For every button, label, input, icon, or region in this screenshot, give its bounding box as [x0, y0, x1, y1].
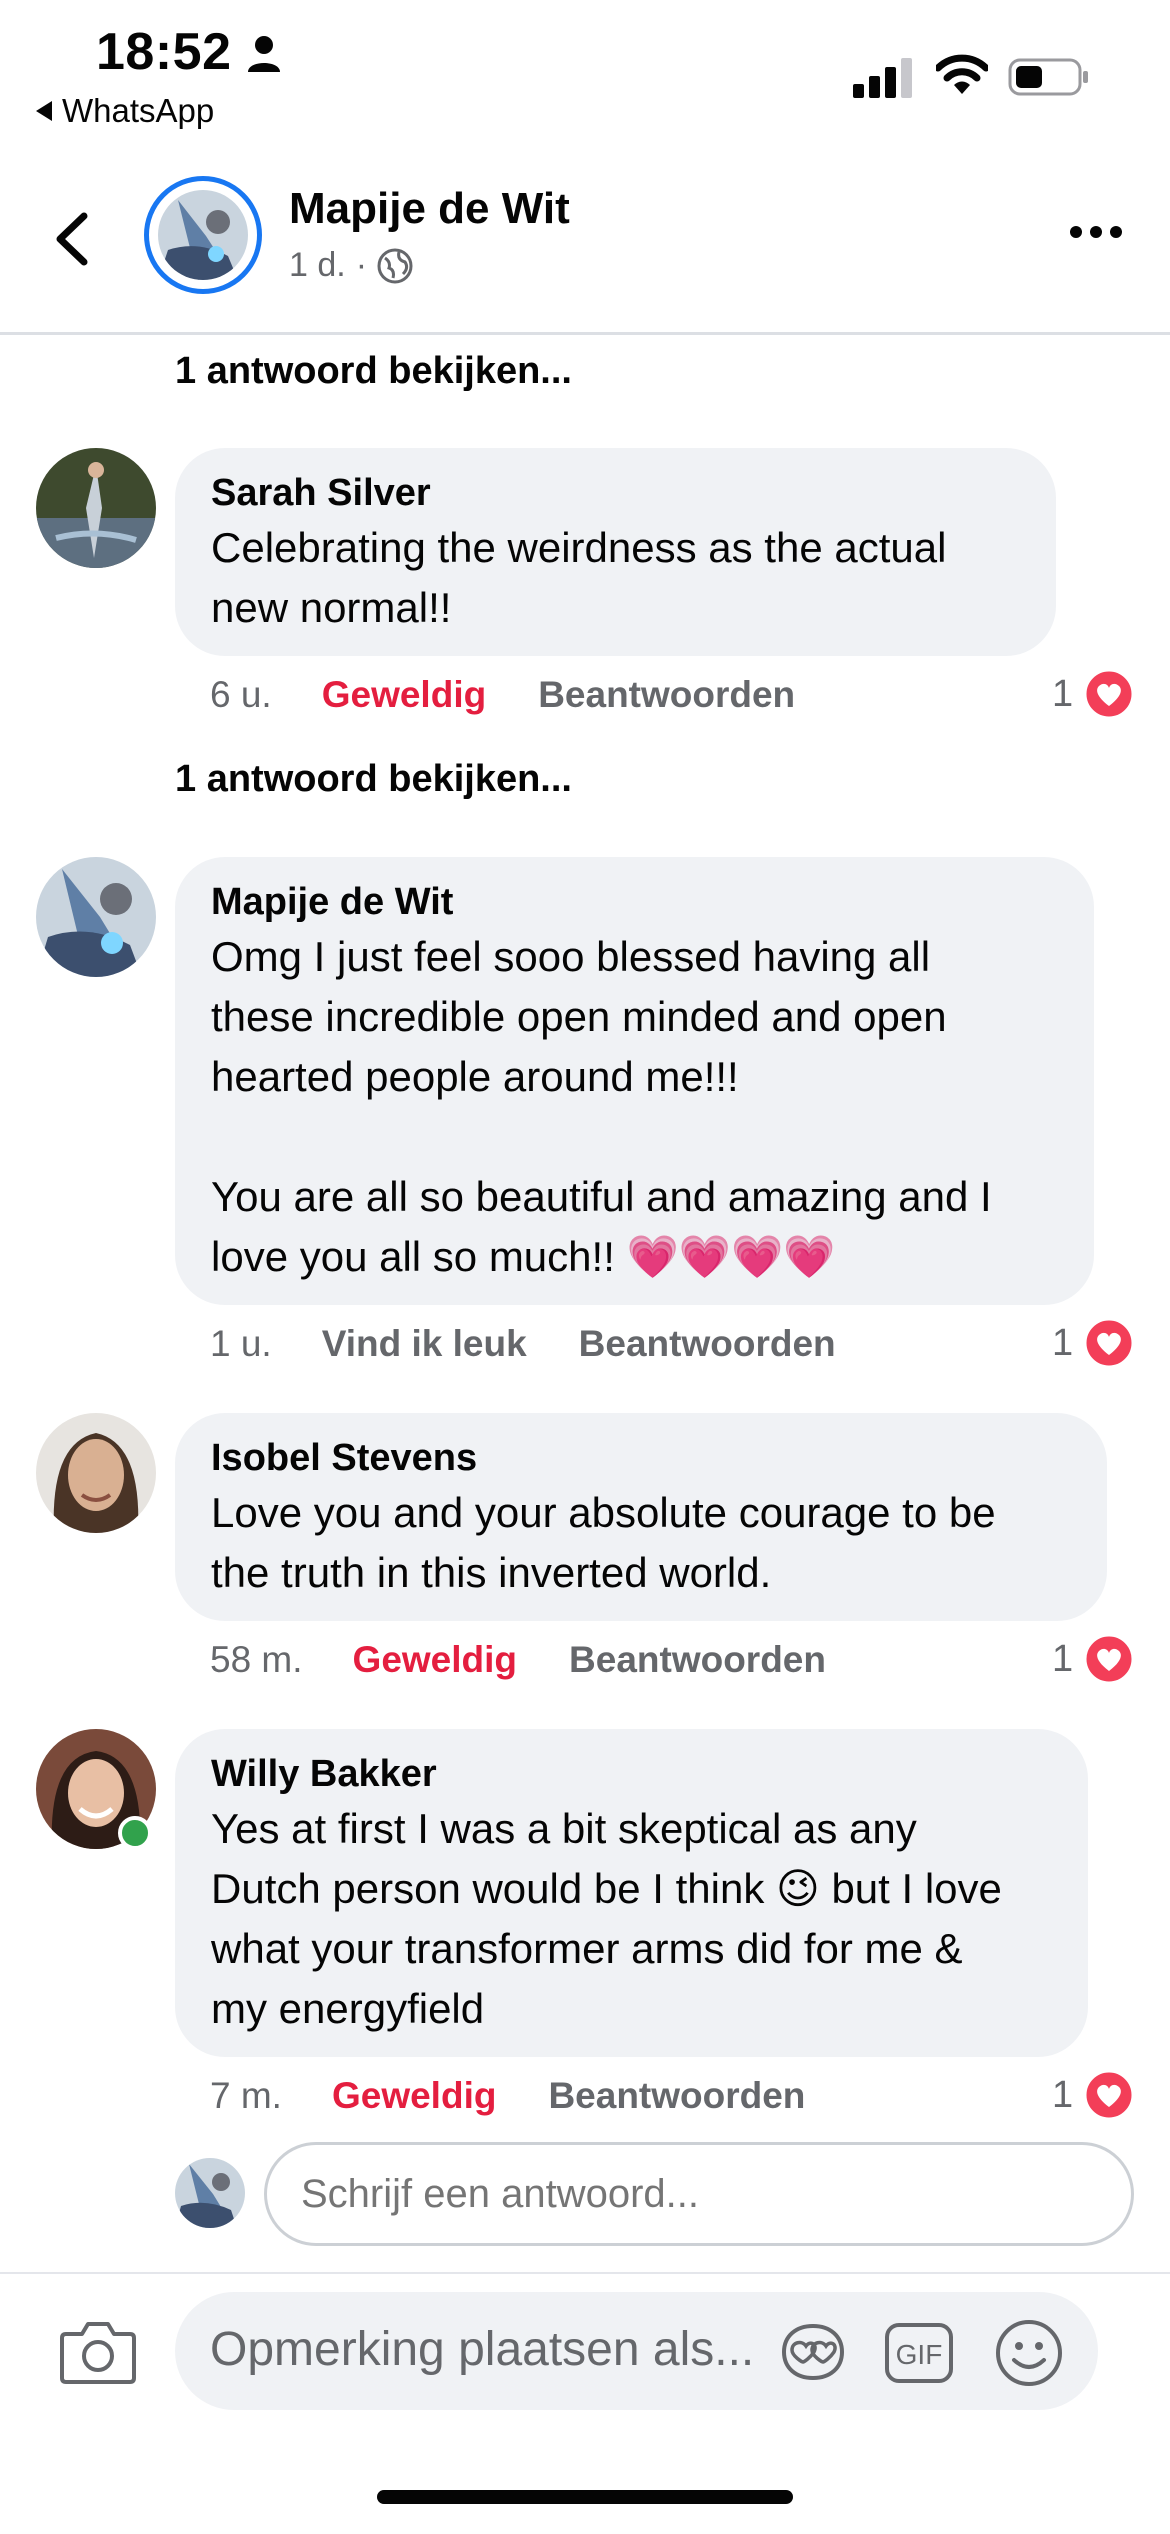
person-icon	[246, 34, 282, 74]
back-to-app-link[interactable]: WhatsApp	[36, 92, 214, 130]
comment-text: Love you and your absolute courage to be…	[211, 1489, 996, 1596]
back-chevron-icon[interactable]	[52, 210, 92, 268]
reaction-count[interactable]: 1	[1052, 2069, 1135, 2121]
avatar	[175, 2158, 245, 2228]
heart-icon	[1083, 2069, 1135, 2121]
post-meta: 1 d. ·	[289, 246, 413, 285]
avatar[interactable]	[36, 1413, 156, 1533]
reply-button[interactable]: Beantwoorden	[569, 1639, 826, 1681]
status-time: 18:52	[96, 23, 232, 81]
comment-actions: 1 u. Vind ik leuk Beantwoorden	[210, 1323, 836, 1365]
comment-actions: 6 u. Geweldig Beantwoorden	[210, 674, 795, 716]
comment-author[interactable]: Sarah Silver	[211, 470, 1020, 516]
post-age: 1 d.	[289, 246, 346, 284]
comment-bubble: Mapije de Wit Omg I just feel sooo bless…	[175, 857, 1094, 1305]
back-triangle-icon	[36, 101, 52, 121]
avatar[interactable]	[36, 857, 156, 977]
comment-text: Omg I just feel sooo blessed having all …	[211, 933, 992, 1280]
reaction-count[interactable]: 1	[1052, 668, 1135, 720]
comment-input-placeholder: Opmerking plaatsen als...	[210, 2323, 755, 2376]
comment-author[interactable]: Mapije de Wit	[211, 879, 1058, 925]
gif-label: GIF	[896, 2339, 943, 2370]
reaction-count-number: 1	[1052, 1637, 1074, 1680]
comment-time: 1 u.	[210, 1323, 272, 1364]
comment-time: 58 m.	[210, 1639, 303, 1680]
reaction-count[interactable]: 1	[1052, 1633, 1135, 1685]
comment-time: 6 u.	[210, 674, 272, 715]
online-status-indicator	[118, 1816, 152, 1850]
signal-icon	[853, 58, 915, 98]
comment-text: Yes at first I was a bit skeptical as an…	[211, 1805, 1002, 2032]
battery-icon	[1008, 56, 1090, 98]
reply-input[interactable]	[264, 2142, 1134, 2246]
sticker-icon[interactable]	[778, 2320, 848, 2384]
page-title[interactable]: Mapije de Wit	[289, 184, 570, 234]
emoji-icon[interactable]	[994, 2318, 1064, 2388]
reaction-count-number: 1	[1052, 2073, 1074, 2116]
reaction-count-number: 1	[1052, 1321, 1074, 1364]
avatar[interactable]	[36, 448, 156, 568]
comment-text: Celebrating the weirdness as the actual …	[211, 524, 959, 631]
heart-icon	[1083, 668, 1135, 720]
comment-actions: 58 m. Geweldig Beantwoorden	[210, 1639, 826, 1681]
back-app-label: WhatsApp	[62, 92, 215, 129]
reaction-button[interactable]: Geweldig	[353, 1639, 517, 1681]
comment-bubble: Sarah Silver Celebrating the weirdness a…	[175, 448, 1056, 656]
gif-icon[interactable]: GIF	[884, 2322, 954, 2384]
comment-bubble: Isobel Stevens Love you and your absolut…	[175, 1413, 1107, 1621]
heart-icon	[1083, 1633, 1135, 1685]
reaction-button[interactable]: Geweldig	[332, 2075, 496, 2117]
comment-time: 7 m.	[210, 2075, 282, 2116]
reply-button[interactable]: Beantwoorden	[538, 674, 795, 716]
camera-icon[interactable]	[60, 2318, 136, 2384]
globe-icon	[377, 248, 413, 284]
reply-button[interactable]: Beantwoorden	[579, 1323, 836, 1365]
wifi-icon	[936, 54, 988, 96]
reply-button[interactable]: Beantwoorden	[548, 2075, 805, 2117]
view-replies-link[interactable]: 1 antwoord bekijken...	[175, 758, 572, 801]
more-icon[interactable]	[1068, 222, 1124, 242]
reaction-count[interactable]: 1	[1052, 1317, 1135, 1369]
comment-bubble: Willy Bakker Yes at first I was a bit sk…	[175, 1729, 1088, 2057]
avatar[interactable]	[158, 190, 248, 280]
home-indicator[interactable]	[377, 2490, 793, 2504]
view-replies-link[interactable]: 1 antwoord bekijken...	[175, 350, 572, 393]
comment-author[interactable]: Isobel Stevens	[211, 1435, 1071, 1481]
heart-icon	[1083, 1317, 1135, 1369]
comment-author[interactable]: Willy Bakker	[211, 1751, 1052, 1797]
reaction-button[interactable]: Geweldig	[322, 674, 486, 716]
comment-actions: 7 m. Geweldig Beantwoorden	[210, 2075, 805, 2117]
like-button[interactable]: Vind ik leuk	[322, 1323, 527, 1365]
reaction-count-number: 1	[1052, 672, 1074, 715]
meta-separator: ·	[355, 246, 368, 284]
